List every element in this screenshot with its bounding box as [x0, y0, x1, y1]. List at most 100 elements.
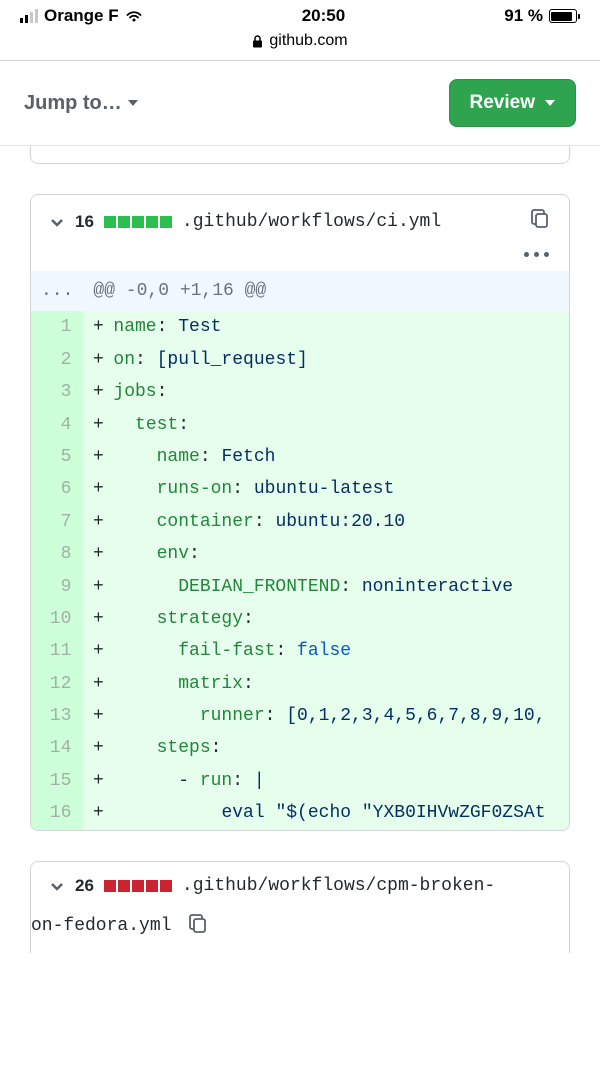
code-content[interactable]: test:	[113, 409, 569, 441]
carrier-label: Orange F	[44, 6, 119, 26]
collapse-toggle[interactable]	[49, 214, 65, 230]
wifi-icon	[125, 9, 143, 23]
line-number[interactable]: 14	[31, 732, 83, 764]
status-left: Orange F	[20, 6, 143, 26]
line-number[interactable]: 7	[31, 506, 83, 538]
line-number[interactable]: 12	[31, 668, 83, 700]
change-count: 16	[75, 212, 94, 232]
collapse-toggle[interactable]	[49, 878, 65, 894]
diff-stat-blocks	[104, 216, 172, 228]
line-number[interactable]: 11	[31, 635, 83, 667]
diff-marker: +	[83, 538, 113, 570]
diff-marker: +	[83, 603, 113, 635]
diff-marker: +	[83, 473, 113, 505]
status-bar: Orange F 20:50 91 %	[0, 0, 600, 28]
code-content[interactable]: runner: [0,1,2,3,4,5,6,7,8,9,10,	[113, 700, 569, 732]
code-content[interactable]: matrix:	[113, 668, 569, 700]
status-time: 20:50	[302, 6, 345, 26]
diff-marker: +	[83, 797, 113, 829]
status-right: 91 %	[504, 6, 580, 26]
diff-line-added: 8+ env:	[31, 538, 569, 570]
diff-marker: +	[83, 765, 113, 797]
diff-line-added: 7+ container: ubuntu:20.10	[31, 506, 569, 538]
line-number[interactable]: 2	[31, 344, 83, 376]
code-content[interactable]: - run: |	[113, 765, 569, 797]
diff-line-added: 4+ test:	[31, 409, 569, 441]
copy-path-button[interactable]	[189, 914, 207, 939]
caret-down-icon	[545, 100, 555, 106]
code-content[interactable]: DEBIAN_FRONTEND: noninteractive	[113, 571, 569, 603]
nav-bar: Jump to… Review	[0, 61, 600, 146]
file-menu-button[interactable]	[524, 252, 549, 257]
line-number[interactable]: 3	[31, 376, 83, 408]
diff-marker: +	[83, 571, 113, 603]
diff-marker: +	[83, 376, 113, 408]
file-path[interactable]: .github/workflows/ci.yml	[182, 212, 441, 232]
diff-line-added: 6+ runs-on: ubuntu-latest	[31, 473, 569, 505]
code-content[interactable]: jobs:	[113, 376, 569, 408]
diff-marker: +	[83, 311, 113, 343]
line-number[interactable]: 13	[31, 700, 83, 732]
url-host: github.com	[269, 32, 347, 50]
review-button[interactable]: Review	[449, 79, 576, 127]
change-count: 26	[75, 876, 94, 896]
file-path-line1[interactable]: .github/workflows/cpm-broken-	[182, 876, 495, 896]
battery-icon	[549, 9, 580, 23]
signal-icon	[20, 9, 38, 23]
line-number[interactable]: 6	[31, 473, 83, 505]
line-number[interactable]: 1	[31, 311, 83, 343]
expand-hunk[interactable]: ...	[31, 271, 83, 311]
code-content[interactable]: container: ubuntu:20.10	[113, 506, 569, 538]
code-content[interactable]: runs-on: ubuntu-latest	[113, 473, 569, 505]
diff-line-added: 13+ runner: [0,1,2,3,4,5,6,7,8,9,10,	[31, 700, 569, 732]
line-number[interactable]: 8	[31, 538, 83, 570]
diff-line-added: 9+ DEBIAN_FRONTEND: noninteractive	[31, 571, 569, 603]
diff-marker: +	[83, 732, 113, 764]
line-number[interactable]: 9	[31, 571, 83, 603]
line-number[interactable]: 5	[31, 441, 83, 473]
file-header: 16 .github/workflows/ci.yml	[31, 195, 569, 271]
code-content[interactable]: name: Test	[113, 311, 569, 343]
code-content[interactable]: steps:	[113, 732, 569, 764]
code-content[interactable]: fail-fast: false	[113, 635, 569, 667]
diff-marker: +	[83, 409, 113, 441]
previous-file-card-bottom	[30, 146, 570, 164]
code-content[interactable]: strategy:	[113, 603, 569, 635]
file-path-line2[interactable]: on-fedora.yml	[31, 916, 171, 936]
copy-path-button[interactable]	[531, 209, 549, 234]
diff-marker: +	[83, 635, 113, 667]
hunk-header-row: ... @@ -0,0 +1,16 @@	[31, 271, 569, 311]
diff-line-added: 3+jobs:	[31, 376, 569, 408]
line-number[interactable]: 10	[31, 603, 83, 635]
line-number[interactable]: 15	[31, 765, 83, 797]
hunk-header: @@ -0,0 +1,16 @@	[83, 271, 569, 311]
file-header: 26 .github/workflows/cpm-broken- on-fedo…	[31, 862, 569, 953]
diff-line-added: 5+ name: Fetch	[31, 441, 569, 473]
diff-marker: +	[83, 506, 113, 538]
line-number[interactable]: 4	[31, 409, 83, 441]
diff-line-added: 15+ - run: |	[31, 765, 569, 797]
diff-marker: +	[83, 441, 113, 473]
diff-line-added: 14+ steps:	[31, 732, 569, 764]
diff-marker: +	[83, 344, 113, 376]
diff-line-added: 10+ strategy:	[31, 603, 569, 635]
url-bar[interactable]: github.com	[0, 28, 600, 61]
diff-line-added: 16+ eval "$(echo "YXB0IHVwZGF0ZSAt	[31, 797, 569, 829]
code-content[interactable]: name: Fetch	[113, 441, 569, 473]
jump-to-label: Jump to…	[24, 92, 122, 115]
code-content[interactable]: on: [pull_request]	[113, 344, 569, 376]
diff-marker: +	[83, 668, 113, 700]
code-content[interactable]: env:	[113, 538, 569, 570]
diff-line-added: 12+ matrix:	[31, 668, 569, 700]
lock-icon	[252, 35, 263, 48]
review-label: Review	[470, 92, 535, 114]
diff-line-added: 11+ fail-fast: false	[31, 635, 569, 667]
battery-percent: 91 %	[504, 6, 543, 26]
diff-stat-blocks	[104, 880, 172, 892]
file-card-cpm-broken: 26 .github/workflows/cpm-broken- on-fedo…	[30, 861, 570, 953]
code-content[interactable]: eval "$(echo "YXB0IHVwZGF0ZSAt	[113, 797, 569, 829]
line-number[interactable]: 16	[31, 797, 83, 829]
jump-to-button[interactable]: Jump to…	[24, 92, 138, 115]
diff-table: ... @@ -0,0 +1,16 @@ 1+name: Test2+on: […	[31, 271, 569, 830]
diff-line-added: 1+name: Test	[31, 311, 569, 343]
